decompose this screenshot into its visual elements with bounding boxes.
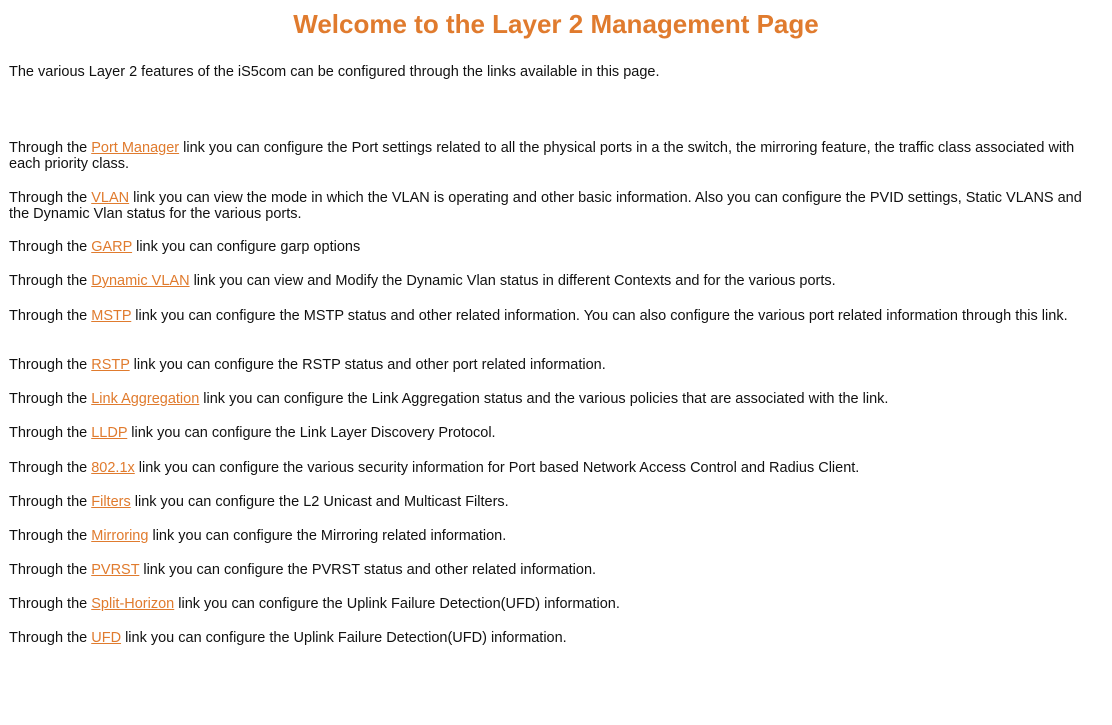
list-item-filters: Through the Filters link you can configu… — [9, 494, 1105, 510]
vlan-link[interactable]: VLAN — [91, 190, 129, 206]
list-item-rstp: Through the RSTP link you can configure … — [9, 357, 1105, 373]
item-prefix: Through the — [9, 425, 92, 441]
item-prefix: Through the — [9, 562, 92, 578]
list-item-mstp: Through the MSTP link you can configure … — [9, 308, 1105, 324]
item-description: link you can view the mode in which the … — [9, 190, 1082, 222]
item-description: link you can configure garp options — [132, 239, 361, 255]
item-description: link you can configure the L2 Unicast an… — [130, 494, 509, 510]
item-prefix: Through the — [9, 140, 92, 156]
item-prefix: Through the — [9, 308, 92, 324]
filters-link[interactable]: Filters — [91, 494, 130, 510]
split-horizon-link[interactable]: Split-Horizon — [91, 596, 174, 612]
item-prefix: Through the — [9, 190, 92, 206]
item-prefix: Through the — [9, 460, 92, 476]
list-item-802-1x: Through the 802.1x link you can configur… — [9, 460, 1105, 476]
page-title: Welcome to the Layer 2 Management Page — [293, 9, 819, 39]
item-description: link you can configure the Link Layer Di… — [127, 425, 496, 441]
list-item-link-aggregation: Through the Link Aggregation link you ca… — [9, 391, 1105, 407]
item-description: link you can configure the MSTP status a… — [131, 308, 1068, 324]
item-description: link you can configure the Mirroring rel… — [148, 528, 507, 544]
link-aggregation-link[interactable]: Link Aggregation — [91, 391, 199, 407]
item-description: link you can configure the various secur… — [134, 460, 860, 476]
rstp-link[interactable]: RSTP — [91, 357, 129, 373]
ufd-link[interactable]: UFD — [91, 630, 121, 646]
item-prefix: Through the — [9, 494, 92, 510]
item-description: link you can configure the Uplink Failur… — [174, 596, 620, 612]
item-prefix: Through the — [9, 596, 92, 612]
item-prefix: Through the — [9, 630, 92, 646]
dot1x-link[interactable]: 802.1x — [91, 460, 135, 476]
item-description: link you can configure the Uplink Failur… — [121, 630, 567, 646]
pvrst-link[interactable]: PVRST — [91, 562, 139, 578]
list-item-ufd: Through the UFD link you can configure t… — [9, 630, 1105, 646]
list-item-port-manager: Through the Port Manager link you can co… — [9, 140, 1105, 172]
item-prefix: Through the — [9, 357, 92, 373]
layer2-management-page: Welcome to the Layer 2 Management Page T… — [0, 0, 1112, 725]
mirroring-link[interactable]: Mirroring — [91, 528, 148, 544]
list-item-split-horizon: Through the Split-Horizon link you can c… — [9, 596, 1105, 612]
list-item-vlan: Through the VLAN link you can view the m… — [9, 190, 1105, 222]
item-description: link you can configure the PVRST status … — [139, 562, 597, 578]
mstp-link[interactable]: MSTP — [91, 308, 131, 324]
intro-text: The various Layer 2 features of the iS5c… — [9, 64, 660, 80]
item-prefix: Through the — [9, 528, 92, 544]
item-prefix: Through the — [9, 239, 92, 255]
port-manager-link[interactable]: Port Manager — [91, 140, 179, 156]
list-item-garp: Through the GARP link you can configure … — [9, 239, 1105, 255]
dynamic-vlan-link[interactable]: Dynamic VLAN — [91, 273, 189, 289]
item-prefix: Through the — [9, 391, 92, 407]
garp-link[interactable]: GARP — [91, 239, 132, 255]
list-item-lldp: Through the LLDP link you can configure … — [9, 425, 1105, 441]
item-description: link you can view and Modify the Dynamic… — [189, 273, 836, 289]
item-description: link you can configure the Link Aggregat… — [199, 391, 889, 407]
item-prefix: Through the — [9, 273, 92, 289]
list-item-pvrst: Through the PVRST link you can configure… — [9, 562, 1105, 578]
item-description: link you can configure the RSTP status a… — [129, 357, 606, 373]
list-item-mirroring: Through the Mirroring link you can confi… — [9, 528, 1105, 544]
list-item-dynamic-vlan: Through the Dynamic VLAN link you can vi… — [9, 273, 1105, 289]
lldp-link[interactable]: LLDP — [91, 425, 127, 441]
